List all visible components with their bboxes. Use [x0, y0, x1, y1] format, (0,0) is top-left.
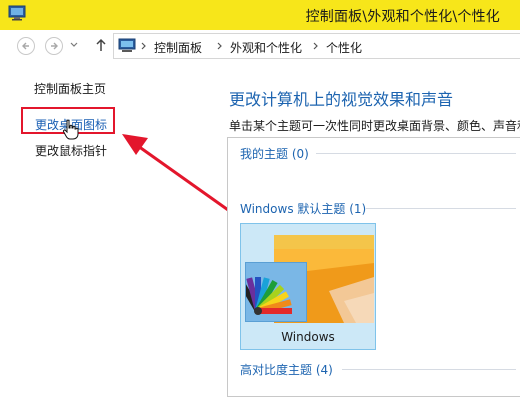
back-button[interactable] [17, 37, 35, 55]
title-bar[interactable]: 控制面板\外观和个性化\个性化 [0, 0, 520, 30]
arrow-right-icon [51, 42, 58, 50]
page-description: 单击某个主题可一次性同时更改桌面背景、颜色、声音和 [229, 119, 520, 133]
control-panel-app-icon [8, 5, 26, 21]
group-windows-default: Windows 默认主题 (1) [240, 202, 367, 216]
breadcrumb-control-panel[interactable]: 控制面板 [154, 39, 202, 56]
breadcrumb-appearance[interactable]: 外观和个性化 [230, 39, 302, 56]
chevron-right-icon[interactable] [141, 42, 147, 50]
page-heading: 更改计算机上的视觉效果和声音 [229, 90, 454, 109]
group-my-themes: 我的主题 (0) [240, 147, 309, 161]
chevron-right-icon[interactable] [313, 42, 319, 50]
window-title: 控制面板\外观和个性化\个性化 [305, 9, 500, 25]
hand-cursor-icon [62, 119, 79, 140]
address-bar[interactable]: 控制面板 外观和个性化 个性化 [113, 33, 520, 59]
navigation-bar: 控制面板 外观和个性化 个性化 [0, 30, 520, 62]
color-fan-icon [246, 277, 292, 315]
theme-name: Windows [281, 330, 335, 344]
breadcrumb-personalization[interactable]: 个性化 [326, 39, 362, 56]
personalization-window: 控制面板\外观和个性化\个性化 控制面板 外观和个性化 个性化 控制面板主页 更… [0, 0, 520, 397]
control-panel-home-link[interactable]: 控制面板主页 [34, 80, 106, 97]
chevron-right-icon[interactable] [217, 42, 223, 50]
control-panel-icon [118, 38, 136, 52]
group-divider [342, 369, 516, 370]
recent-locations-dropdown-icon[interactable] [70, 42, 78, 48]
group-divider [316, 153, 516, 154]
theme-color-swatch [245, 262, 307, 322]
theme-tile-windows[interactable]: Windows [240, 223, 376, 350]
up-arrow-icon[interactable] [95, 38, 107, 52]
group-divider [366, 208, 516, 209]
forward-button[interactable] [45, 37, 63, 55]
arrow-left-icon [22, 42, 29, 50]
group-high-contrast: 高对比度主题 (4) [240, 363, 333, 377]
change-mouse-pointer-link[interactable]: 更改鼠标指针 [35, 142, 107, 159]
